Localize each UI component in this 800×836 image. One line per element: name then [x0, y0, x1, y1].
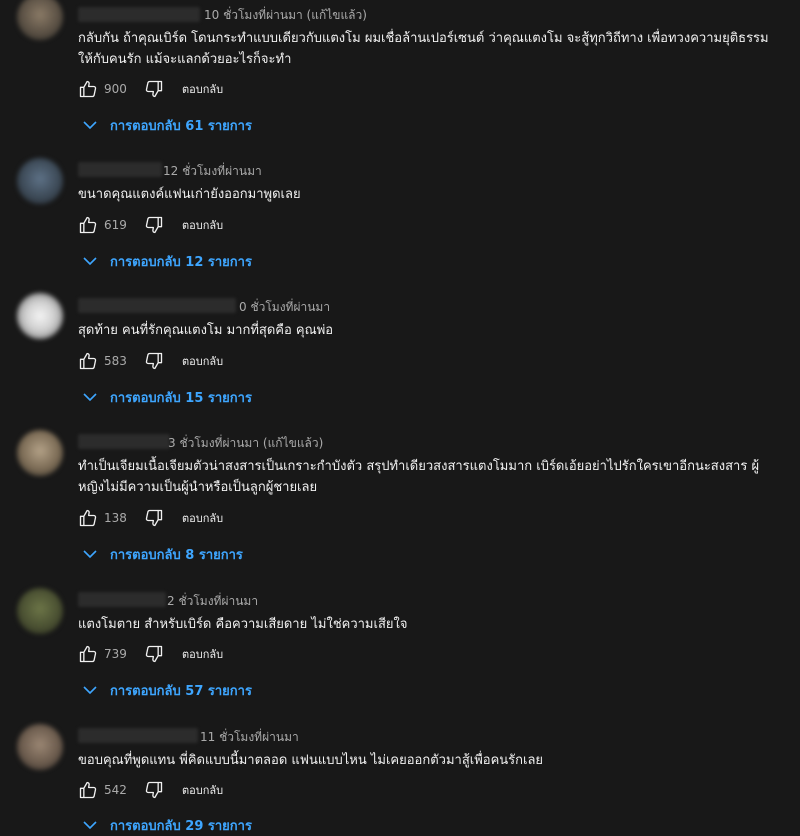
replies-count-label: การตอบกลับ 29 รายการ: [110, 818, 252, 834]
thumb-down-icon[interactable]: [144, 780, 164, 800]
view-replies-button[interactable]: การตอบกลับ 12 รายการ: [82, 250, 252, 272]
comment-actions: 138 ตอบกลับ: [78, 507, 223, 529]
replies-count-label: การตอบกลับ 8 รายการ: [110, 547, 243, 563]
replies-count-label: การตอบกลับ 12 รายการ: [110, 254, 252, 270]
author-name-blurred[interactable]: [78, 434, 170, 449]
reply-button[interactable]: ตอบกลับ: [182, 80, 223, 98]
reply-button[interactable]: ตอบกลับ: [182, 509, 223, 527]
like-count: 619: [104, 218, 127, 232]
avatar[interactable]: [17, 0, 63, 40]
comment-timestamp[interactable]: 2 ชั่วโมงที่ผ่านมา: [167, 592, 258, 611]
view-replies-button[interactable]: การตอบกลับ 57 รายการ: [82, 679, 252, 701]
view-replies-button[interactable]: การตอบกลับ 61 รายการ: [82, 114, 252, 136]
thumb-up-icon[interactable]: [78, 215, 98, 235]
thumb-down-icon[interactable]: [144, 351, 164, 371]
comment-actions: 739 ตอบกลับ: [78, 643, 223, 665]
like-count: 138: [104, 511, 127, 525]
author-name-blurred[interactable]: [78, 7, 200, 22]
comment-text: สุดท้าย คนที่รักคุณแตงโม มากที่สุดคือ คุ…: [78, 323, 334, 338]
chevron-down-icon: [83, 821, 97, 830]
reply-button[interactable]: ตอบกลับ: [182, 216, 223, 234]
chevron-down-icon: [83, 393, 97, 402]
like-count: 542: [104, 783, 127, 797]
chevron-down-icon: [83, 257, 97, 266]
avatar[interactable]: [17, 430, 63, 476]
comment-text: ขอบคุณที่พูดแทน พี่คิดแบบนี้มาตลอด แฟนแบ…: [78, 753, 544, 768]
chevron-down-icon: [83, 550, 97, 559]
comment-timestamp[interactable]: 3 ชั่วโมงที่ผ่านมา (แก้ไขแล้ว): [168, 434, 323, 453]
like-count: 900: [104, 82, 127, 96]
thumb-down-icon[interactable]: [144, 215, 164, 235]
view-replies-button[interactable]: การตอบกลับ 15 รายการ: [82, 386, 252, 408]
thumb-down-icon[interactable]: [144, 79, 164, 99]
thumb-up-icon[interactable]: [78, 508, 98, 528]
thumb-up-icon[interactable]: [78, 780, 98, 800]
like-count: 583: [104, 354, 127, 368]
thumb-up-icon[interactable]: [78, 79, 98, 99]
comment-text: ขนาดคุณแตงค์แฟนเก่ายังออกมาพูดเลย: [78, 187, 301, 202]
comment-timestamp[interactable]: 12 ชั่วโมงที่ผ่านมา: [163, 162, 262, 181]
view-replies-button[interactable]: การตอบกลับ 8 รายการ: [82, 543, 243, 565]
author-name-blurred[interactable]: [78, 162, 162, 177]
comment-text: แตงโมตาย สำหรับเบิร์ด คือความเสียดาย ไม่…: [78, 617, 408, 632]
comment-text: ทำเป็นเจียมเนื้อเจียมตัวน่าสงสารเป็นเกรา…: [78, 459, 760, 495]
chevron-down-icon: [83, 686, 97, 695]
comment-actions: 619 ตอบกลับ: [78, 214, 223, 236]
thumb-down-icon[interactable]: [144, 508, 164, 528]
comment-timestamp[interactable]: 10 ชั่วโมงที่ผ่านมา (แก้ไขแล้ว): [204, 6, 367, 25]
replies-count-label: การตอบกลับ 57 รายการ: [110, 683, 252, 699]
replies-count-label: การตอบกลับ 15 รายการ: [110, 390, 252, 406]
reply-button[interactable]: ตอบกลับ: [182, 645, 223, 663]
chevron-down-icon: [83, 121, 97, 130]
reply-button[interactable]: ตอบกลับ: [182, 781, 223, 799]
avatar[interactable]: [17, 724, 63, 770]
comment-timestamp[interactable]: 0 ชั่วโมงที่ผ่านมา: [239, 298, 330, 317]
comment-actions: 900 ตอบกลับ: [78, 78, 223, 100]
comment-actions: 542 ตอบกลับ: [78, 779, 223, 801]
author-name-blurred[interactable]: [78, 298, 236, 313]
thumb-down-icon[interactable]: [144, 644, 164, 664]
comment-timestamp[interactable]: 11 ชั่วโมงที่ผ่านมา: [200, 728, 299, 747]
avatar[interactable]: [17, 158, 63, 204]
thumb-up-icon[interactable]: [78, 351, 98, 371]
comment-text: กลับกัน ถ้าคุณเบิร์ด โดนกระทำแบบเดียวกับ…: [78, 31, 769, 67]
avatar[interactable]: [17, 588, 63, 634]
author-name-blurred[interactable]: [78, 592, 166, 607]
view-replies-button[interactable]: การตอบกลับ 29 รายการ: [82, 814, 252, 836]
author-name-blurred[interactable]: [78, 728, 198, 743]
reply-button[interactable]: ตอบกลับ: [182, 352, 223, 370]
replies-count-label: การตอบกลับ 61 รายการ: [110, 118, 252, 134]
thumb-up-icon[interactable]: [78, 644, 98, 664]
like-count: 739: [104, 647, 127, 661]
comment-actions: 583 ตอบกลับ: [78, 350, 223, 372]
avatar[interactable]: [17, 293, 63, 339]
